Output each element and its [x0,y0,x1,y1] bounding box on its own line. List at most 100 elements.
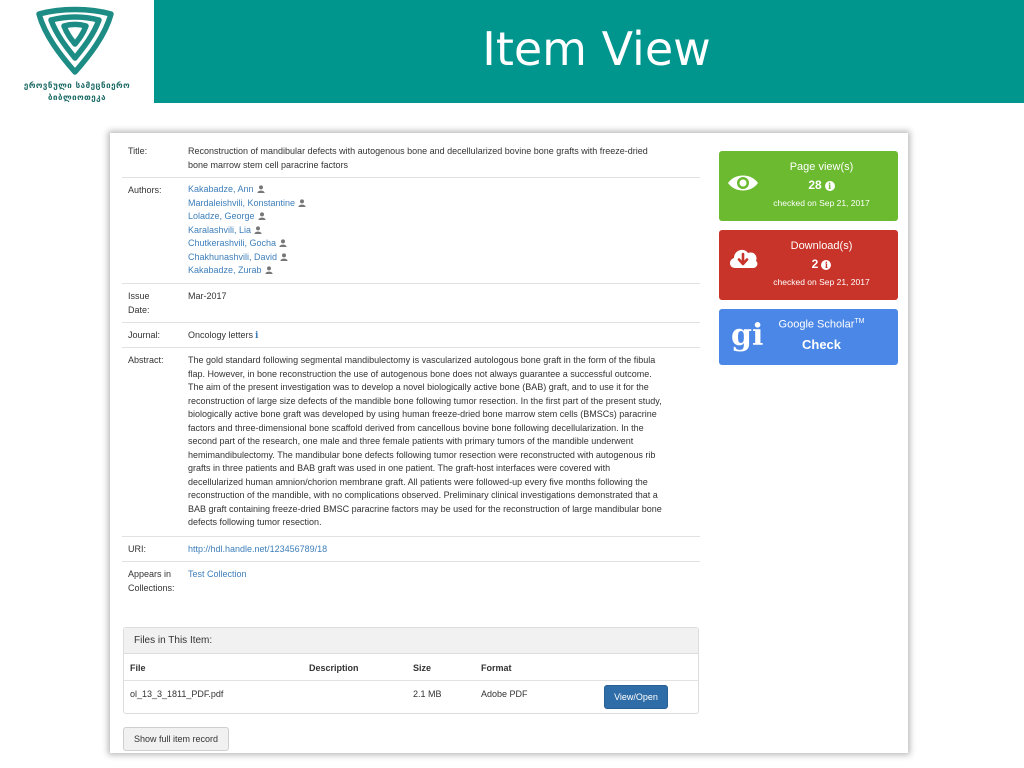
item-view-screenshot: Title: Reconstruction of mandibular defe… [110,133,908,753]
page-views-count: 28 i [719,178,898,192]
abstract-line: The gold standard following segmental ma… [188,355,656,365]
google-scholar-label: Google ScholarTM [719,318,898,331]
uri-link[interactable]: http://hdl.handle.net/123456789/18 [188,543,698,557]
abstract-line: defects following tumor resection. [188,517,322,527]
abstract-line: flap. However, in bone reconstruction th… [188,368,652,379]
person-icon [256,185,265,193]
journal-name: Oncology letters [188,330,254,340]
collections-label-line: Collections: [128,582,175,593]
journal-label: Journal: [128,330,161,340]
person-icon [254,225,262,234]
journal-value: Oncology letters i [188,329,698,344]
author-link[interactable]: Chakhunashvili, David [188,252,277,262]
page-views-label: Page view(s) [789,161,854,173]
google-scholar-text: Google Scholar [778,318,855,331]
abstract-line: decellularized human amnion/chorion memb… [188,476,648,487]
uri-label: URI: [128,544,146,554]
info-icon[interactable]: i [824,181,835,191]
issue-date-label: Issue Date: [128,290,150,317]
downloads-count: 2i [719,257,898,271]
author-item: Chutkerashvili, Gocha [188,237,698,251]
col-file: File [130,663,146,673]
issue-date-row: Issue Date: Mar-2017 [122,284,700,323]
abstract-text: The gold standard following segmental ma… [188,354,698,530]
author-item: Karalashvili, Lia [188,224,698,238]
trademark-mark: TM [854,318,865,325]
issue-date-value: Mar-2017 [188,291,227,301]
collections-label: Appears in Collections: [128,568,175,595]
collections-row: Appears in Collections: Test Collection [122,562,700,602]
page-views-number: 28 [808,178,822,192]
author-item: Kakabadze, Zurab [188,264,698,278]
abstract-line: grafts in three patients and BAB graft w… [188,463,611,473]
files-panel: Files in This Item: File Description Siz… [123,627,699,714]
title-row: Title: Reconstruction of mandibular defe… [122,139,700,178]
file-format: Adobe PDF [481,689,528,699]
author-link[interactable]: Karalashvili, Lia [188,225,251,235]
abstract-line: reconstruction of large size defects of … [188,395,662,406]
author-link[interactable]: Mardaleishvili, Konstantine [188,198,295,208]
downloads-label: Download(s) [790,240,853,252]
file-size: 2.1 MB [413,689,442,699]
logo-text-line1: ეროვნული სამეცნიერო [23,81,131,90]
slide: ეროვნული სამეცნიერო ბიბლიოთეკა Item View… [0,0,1024,768]
file-link[interactable]: ol_13_3_1811_PDF.pdf [130,689,223,699]
page-title: Item View [482,22,711,76]
title-line: bone marrow stem cell paracrine factors [188,159,349,170]
logo: ეროვნული სამეცნიერო ბიბლიოთეკა [0,0,154,103]
view-open-button[interactable]: View/Open [604,685,668,709]
author-link[interactable]: Loladze, George [188,211,255,221]
abstract-line: BAB graft containing freeze-dried BMSC p… [188,503,662,514]
downloads-number: 2 [811,257,819,271]
author-item: Chakhunashvili, David [188,251,698,265]
google-scholar-check: Check [801,337,842,352]
authors-row: Authors: Kakabadze, Ann Mardaleishvili, K… [122,178,700,284]
person-icon [298,198,306,207]
col-description: Description [309,663,359,673]
show-full-record-button[interactable]: Show full item record [123,727,229,751]
abstract-line: biologically active bone graft was devel… [188,409,657,419]
title-label: Title: [128,146,148,156]
uri-row: URI: http://hdl.handle.net/123456789/18 [122,537,700,562]
abstract-row: Abstract: The gold standard following se… [122,348,700,537]
abstract-line: second part of the research, one male an… [188,436,634,446]
title-line: Reconstruction of mandibular defects wit… [188,146,648,156]
collections-label-line: Appears in [128,569,172,579]
author-item: Kakabadze, Ann [188,183,698,197]
abstract-line: factors and three-dimensional bone scaff… [188,422,644,433]
abstract-line: The aim of the present investigation was… [188,382,649,392]
info-icon[interactable]: i [255,330,258,344]
person-icon [264,266,273,274]
author-item: Loladze, George [188,210,698,224]
abstract-line: reconstruction of the mandible, with no … [188,490,658,500]
author-item: Mardaleishvili, Konstantine [188,197,698,211]
files-panel-heading: Files in This Item: [124,628,698,654]
library-logo-icon [36,6,114,75]
table-divider [124,680,698,681]
page-views-checked: checked on Sep 21, 2017 [773,198,870,208]
author-link[interactable]: Kakabadze, Ann [188,184,254,194]
abstract-line: hemimandibulectomy. The mandibular bone … [188,449,656,460]
issue-label-line: Issue [128,291,150,301]
person-icon [280,252,288,261]
google-scholar-button[interactable]: gi Google ScholarTM Check [719,309,898,365]
col-format: Format [481,663,512,673]
person-icon [279,239,287,247]
author-link[interactable]: Chutkerashvili, Gocha [188,238,276,248]
author-link[interactable]: Kakabadze, Zurab [188,265,262,275]
authors-list: Kakabadze, Ann Mardaleishvili, Konstantin… [188,183,698,278]
logo-text-line2: ბიბლიოთეკა [47,93,107,102]
title-value: Reconstruction of mandibular defects wit… [188,145,698,172]
page-views-box: Page view(s) 28 i checked on Sep 21, 2017 [719,151,898,221]
person-icon [257,212,266,220]
journal-row: Journal: Oncology letters i [122,323,700,348]
issue-label-line: Date: [128,304,150,315]
info-icon[interactable]: i [821,260,832,270]
header-banner: Item View [154,0,1024,103]
downloads-checked: checked on Sep 21, 2017 [773,277,870,287]
authors-label: Authors: [128,185,162,195]
col-size: Size [413,663,432,673]
downloads-box: Download(s) 2i checked on Sep 21, 2017 [719,230,898,300]
collection-link[interactable]: Test Collection [188,568,698,582]
abstract-label: Abstract: [128,355,164,365]
